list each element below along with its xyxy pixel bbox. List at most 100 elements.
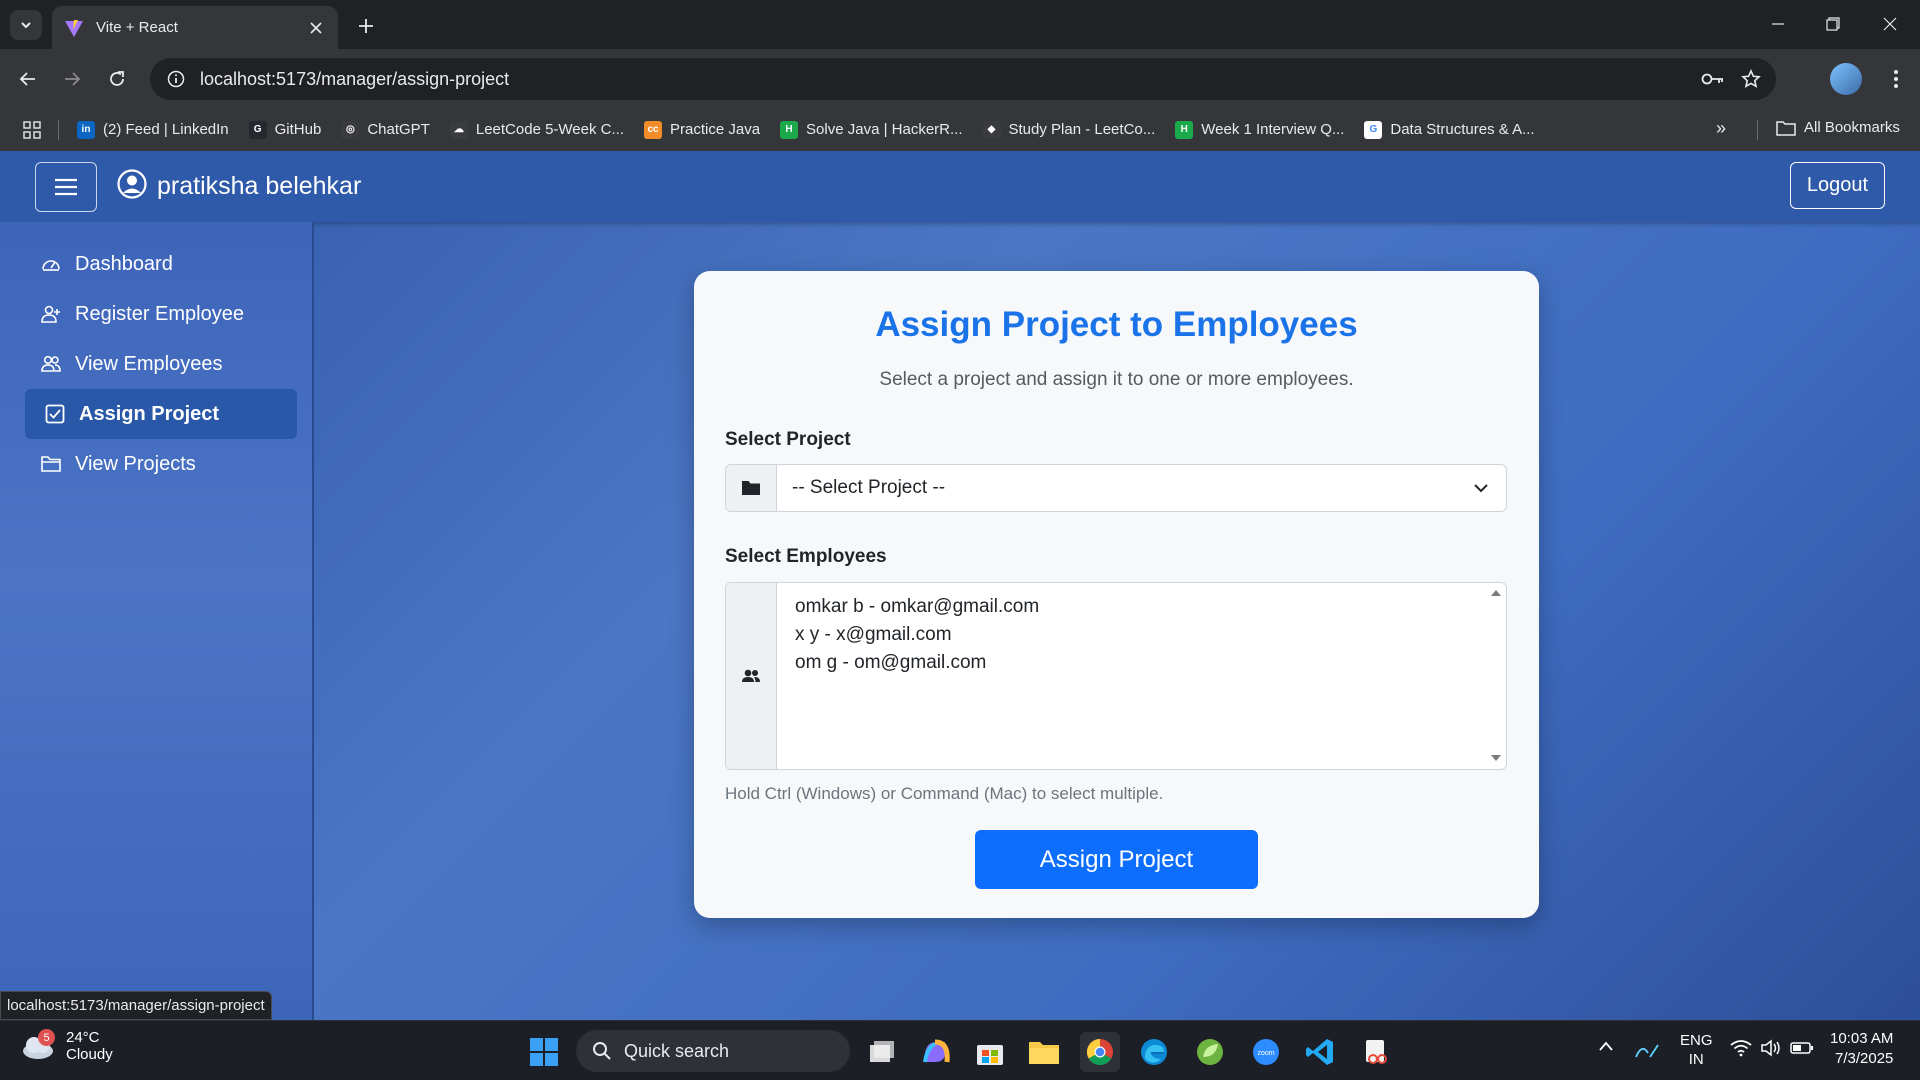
sidebar-item-label: View Projects	[75, 452, 196, 475]
browser-tab-bar: Vite + React	[0, 0, 1920, 49]
back-button[interactable]	[12, 63, 44, 95]
scrollbar[interactable]	[1486, 583, 1506, 769]
arrow-right-icon	[65, 72, 81, 86]
bookmark-label: Week 1 Interview Q...	[1201, 121, 1345, 138]
bookmark-item[interactable]: G GitHub	[248, 120, 321, 139]
app-page: pratiksha belehkar Logout Dashboard Regi…	[0, 151, 1920, 1020]
password-key-button[interactable]	[1694, 60, 1732, 98]
edge-icon[interactable]	[1134, 1032, 1174, 1072]
tab-close-button[interactable]	[306, 18, 326, 38]
restore-button[interactable]	[1813, 8, 1853, 40]
bookmark-item[interactable]: ◆ Study Plan - LeetCo...	[982, 120, 1155, 139]
sidebar-item-register-employee[interactable]: Register Employee	[25, 289, 297, 339]
bookmark-item[interactable]: ◎ ChatGPT	[341, 120, 430, 139]
more-bookmarks-button[interactable]: »	[1716, 118, 1726, 139]
vscode-icon[interactable]	[1300, 1032, 1340, 1072]
apps-button[interactable]	[20, 118, 44, 142]
bookmark-item[interactable]: G Data Structures & A...	[1364, 120, 1535, 139]
sidebar-item-assign-project[interactable]: Assign Project	[25, 389, 297, 439]
sidebar-item-view-projects[interactable]: View Projects	[25, 439, 297, 489]
pen-input-icon[interactable]	[1634, 1039, 1660, 1065]
page-subtitle: Select a project and assign it to one or…	[879, 369, 1354, 390]
browser-menu-button[interactable]	[1880, 63, 1912, 95]
spring-tool-icon[interactable]	[1190, 1032, 1230, 1072]
profile-avatar[interactable]	[1830, 63, 1862, 95]
wifi-icon[interactable]	[1730, 1039, 1752, 1061]
tab-search-button[interactable]	[10, 10, 42, 40]
grid-icon	[23, 120, 41, 139]
help-text: Hold Ctrl (Windows) or Command (Mac) to …	[725, 784, 1164, 803]
weather-widget[interactable]: 5 24°C Cloudy	[20, 1029, 113, 1063]
zoom-icon[interactable]: zoom	[1246, 1032, 1286, 1072]
project-select[interactable]: -- Select Project --	[725, 464, 1507, 512]
store-icon[interactable]	[970, 1032, 1010, 1072]
status-url: localhost:5173/manager/assign-project	[0, 991, 272, 1020]
reload-button[interactable]	[101, 63, 133, 95]
windows-taskbar: 5 24°C Cloudy Quick search zoom ENG IN 1…	[0, 1020, 1920, 1080]
employee-option[interactable]: om g - om@gmail.com	[795, 649, 1468, 677]
close-window-button[interactable]	[1870, 8, 1910, 40]
sidebar-toggle-button[interactable]	[35, 162, 97, 212]
copilot-icon[interactable]	[916, 1032, 956, 1072]
language-indicator[interactable]: ENG IN	[1680, 1031, 1713, 1069]
minimize-button[interactable]	[1758, 8, 1798, 40]
bookmark-item[interactable]: H Week 1 Interview Q...	[1175, 120, 1345, 139]
sidebar-item-view-employees[interactable]: View Employees	[25, 339, 297, 389]
url-text[interactable]: localhost:5173/manager/assign-project	[200, 69, 1694, 90]
taskbar-search[interactable]: Quick search	[576, 1030, 850, 1072]
speedometer-icon	[40, 253, 62, 275]
bookmark-label: Practice Java	[670, 121, 761, 138]
clock[interactable]: 10:03 AM 7/3/2025	[1830, 1029, 1893, 1069]
sidebar-item-label: Dashboard	[75, 252, 173, 275]
reload-icon	[110, 71, 124, 86]
sidebar-item-dashboard[interactable]: Dashboard	[25, 239, 297, 289]
page-title: Assign Project to Employees	[875, 305, 1358, 344]
minimize-icon	[1772, 23, 1784, 25]
assign-project-button[interactable]: Assign Project	[975, 830, 1258, 889]
search-placeholder: Quick search	[624, 1040, 730, 1061]
folder-icon	[40, 453, 62, 475]
bookmark-item[interactable]: cc Practice Java	[644, 120, 761, 139]
snipping-tool-icon[interactable]	[1356, 1032, 1396, 1072]
all-bookmarks-button[interactable]: All Bookmarks	[1776, 119, 1900, 136]
file-explorer-icon[interactable]	[1024, 1032, 1064, 1072]
browser-tab[interactable]: Vite + React	[52, 6, 338, 49]
more-vertical-icon	[1894, 70, 1898, 88]
bookmark-favicon-icon: in	[77, 120, 95, 139]
site-info-button[interactable]	[156, 58, 196, 100]
start-button[interactable]	[524, 1032, 564, 1072]
address-bar[interactable]: localhost:5173/manager/assign-project	[150, 58, 1776, 100]
project-select-value: -- Select Project --	[792, 477, 946, 498]
bookmark-item[interactable]: H Solve Java | HackerR...	[780, 120, 963, 139]
browser-toolbar: localhost:5173/manager/assign-project	[0, 49, 1920, 108]
employee-option[interactable]: x y - x@gmail.com	[795, 621, 1468, 649]
sidebar-item-label: Register Employee	[75, 302, 244, 325]
employees-multiselect[interactable]: omkar b - omkar@gmail.com x y - x@gmail.…	[725, 582, 1507, 770]
user-circle-icon	[117, 169, 147, 199]
tab-title: Vite + React	[96, 19, 178, 36]
battery-icon[interactable]	[1790, 1039, 1814, 1061]
bookmark-star-button[interactable]	[1732, 60, 1770, 98]
bookmark-item[interactable]: ☁ LeetCode 5-Week C...	[449, 120, 624, 139]
volume-icon[interactable]	[1760, 1039, 1782, 1061]
info-icon	[167, 70, 185, 88]
top-navbar: pratiksha belehkar Logout	[0, 151, 1920, 222]
bookmark-item[interactable]: in (2) Feed | LinkedIn	[77, 120, 229, 139]
show-hidden-icons[interactable]	[1598, 1039, 1614, 1056]
logout-button[interactable]: Logout	[1790, 162, 1885, 209]
sidebar-item-label: Assign Project	[79, 402, 220, 425]
task-view-icon[interactable]	[862, 1032, 902, 1072]
employee-option[interactable]: omkar b - omkar@gmail.com	[795, 593, 1468, 621]
date: 7/3/2025	[1835, 1050, 1894, 1067]
person-add-icon	[40, 303, 62, 325]
new-tab-button[interactable]	[352, 12, 380, 40]
bookmark-separator	[58, 119, 59, 140]
assign-project-card: Assign Project to Employees Select a pro…	[694, 271, 1539, 918]
bookmark-favicon-icon: ◆	[982, 120, 1001, 139]
bookmark-favicon-icon: cc	[644, 120, 662, 139]
chrome-icon[interactable]	[1080, 1032, 1120, 1072]
bookmark-favicon-icon: G	[1364, 120, 1383, 139]
bookmark-label: (2) Feed | LinkedIn	[103, 121, 229, 138]
bookmark-label: ChatGPT	[367, 121, 430, 138]
forward-button[interactable]	[56, 63, 88, 95]
